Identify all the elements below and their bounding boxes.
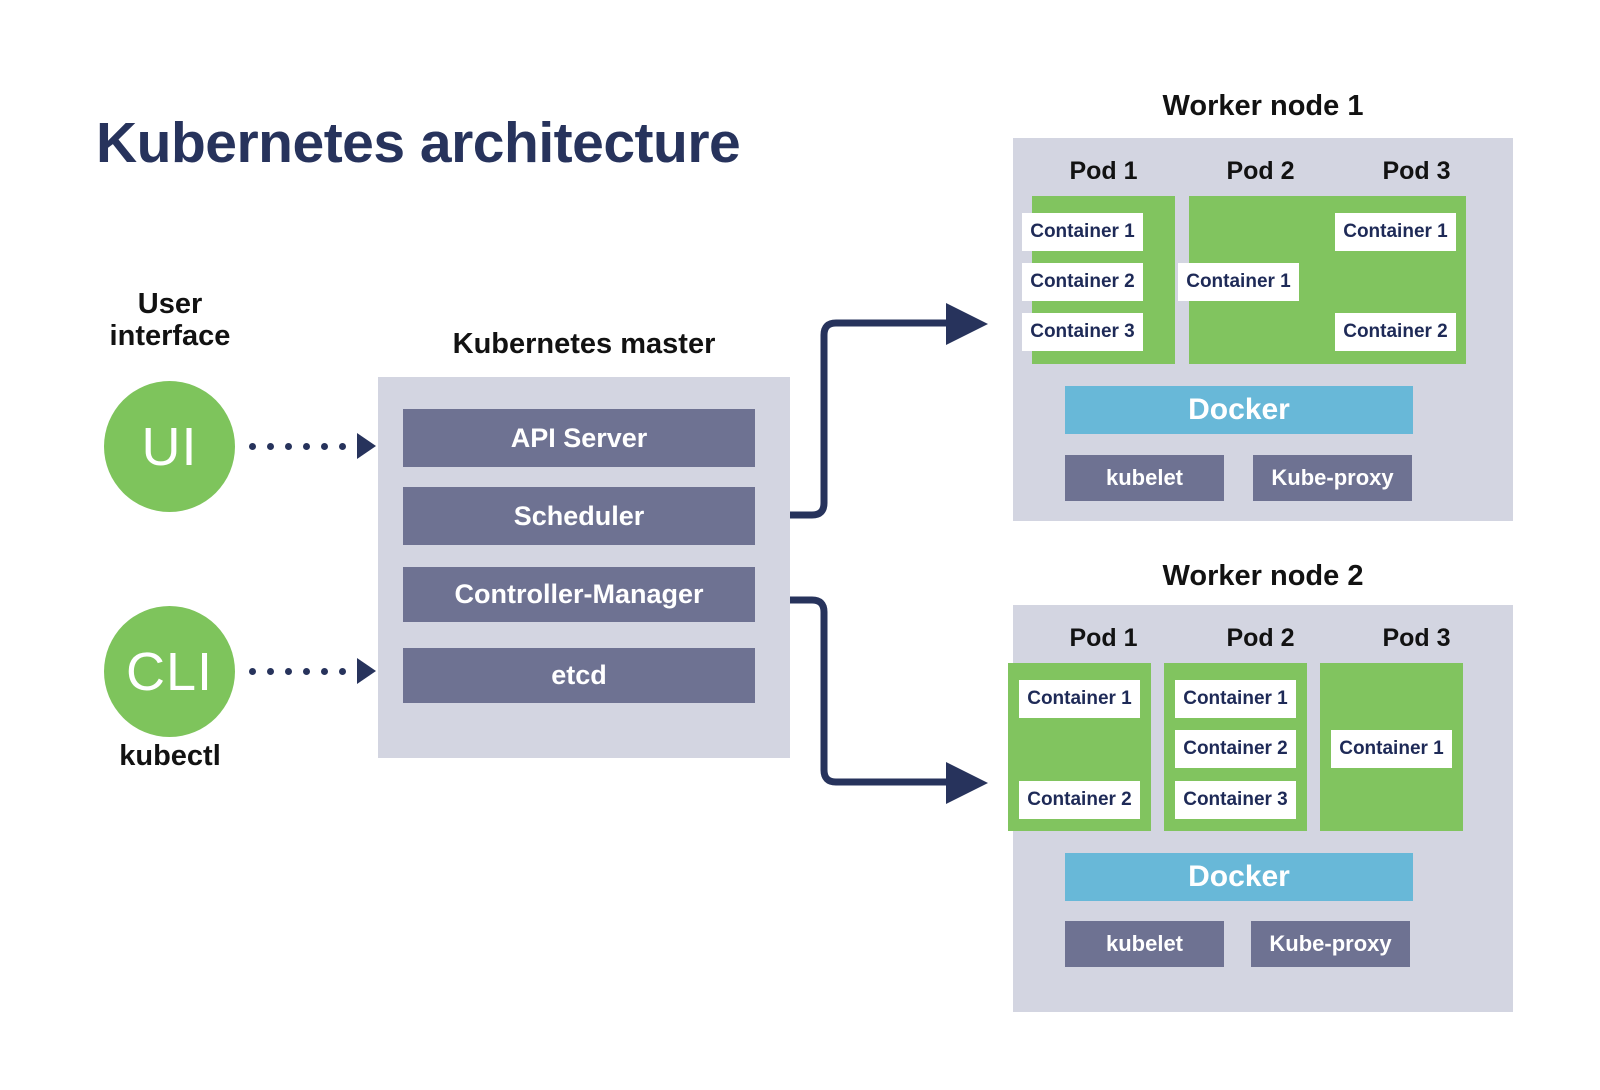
dot-icon <box>249 442 256 450</box>
master-component-api-server[interactable]: API Server <box>403 409 755 467</box>
dot-icon <box>267 667 274 675</box>
worker-1-kube-proxy[interactable]: Kube-proxy <box>1253 455 1412 501</box>
worker-1-pod-1-label: Pod 1 <box>1069 157 1138 185</box>
worker-1-pod-1-container-2[interactable]: Container 2 <box>1022 263 1143 301</box>
dot-icon <box>303 442 310 450</box>
dot-icon <box>303 667 310 675</box>
master-component-etcd[interactable]: etcd <box>403 648 755 703</box>
worker-2-pod-2-container-1[interactable]: Container 1 <box>1175 680 1296 718</box>
cli-to-master-arrow <box>249 658 376 684</box>
master-caption: Kubernetes master <box>452 328 716 360</box>
worker-node-2-title: Worker node 2 <box>1162 560 1364 592</box>
worker-2-kube-proxy[interactable]: Kube-proxy <box>1251 921 1410 967</box>
cli-circle[interactable]: CLI <box>104 606 235 737</box>
ui-circle[interactable]: UI <box>104 381 235 512</box>
worker-2-pod-2-container-3[interactable]: Container 3 <box>1175 781 1296 819</box>
dot-icon <box>267 442 274 450</box>
ui-to-master-arrow <box>249 433 376 459</box>
worker-1-pod-2-label: Pod 2 <box>1226 157 1295 185</box>
diagram-canvas: Kubernetes architecture User interface U… <box>0 0 1600 1090</box>
worker-2-pod-3-container-1[interactable]: Container 1 <box>1331 730 1452 768</box>
worker-1-kubelet[interactable]: kubelet <box>1065 455 1224 501</box>
dot-icon <box>285 442 292 450</box>
worker-1-pod-1-container-3[interactable]: Container 3 <box>1022 313 1143 351</box>
dot-icon <box>339 442 346 450</box>
worker-1-pod-3-container-2[interactable]: Container 2 <box>1335 313 1456 351</box>
worker-2-kubelet[interactable]: kubelet <box>1065 921 1224 967</box>
worker-2-pod-2-container-2[interactable]: Container 2 <box>1175 730 1296 768</box>
arrowhead-right-icon <box>357 433 376 459</box>
dot-icon <box>321 442 328 450</box>
worker-2-docker-bar[interactable]: Docker <box>1065 853 1413 901</box>
worker-1-pod-2-container-1[interactable]: Container 1 <box>1178 263 1299 301</box>
worker-1-docker-bar[interactable]: Docker <box>1065 386 1413 434</box>
arrowhead-right-icon <box>357 658 376 684</box>
worker-2-pod-1-container-2[interactable]: Container 2 <box>1019 781 1140 819</box>
dot-icon <box>285 667 292 675</box>
user-interface-caption: User interface <box>109 288 231 353</box>
worker-2-pod-1-label: Pod 1 <box>1069 624 1138 652</box>
master-component-scheduler[interactable]: Scheduler <box>403 487 755 545</box>
worker-1-pod-3-label: Pod 3 <box>1382 157 1451 185</box>
kubectl-label: kubectl <box>119 740 221 772</box>
page-title: Kubernetes architecture <box>96 111 741 175</box>
dot-icon <box>249 667 256 675</box>
connector-master-to-worker-1 <box>790 303 988 519</box>
dot-icon <box>321 667 328 675</box>
worker-1-pod-3-container-1[interactable]: Container 1 <box>1335 213 1456 251</box>
worker-1-pod-1-container-1[interactable]: Container 1 <box>1022 213 1143 251</box>
worker-2-pod-2-label: Pod 2 <box>1226 624 1295 652</box>
connector-master-to-worker-2 <box>790 596 988 804</box>
worker-2-pod-3-label: Pod 3 <box>1382 624 1451 652</box>
worker-node-1-title: Worker node 1 <box>1162 90 1364 122</box>
dot-icon <box>339 667 346 675</box>
worker-2-pod-1-container-1[interactable]: Container 1 <box>1019 680 1140 718</box>
master-component-controller-manager[interactable]: Controller-Manager <box>403 567 755 622</box>
